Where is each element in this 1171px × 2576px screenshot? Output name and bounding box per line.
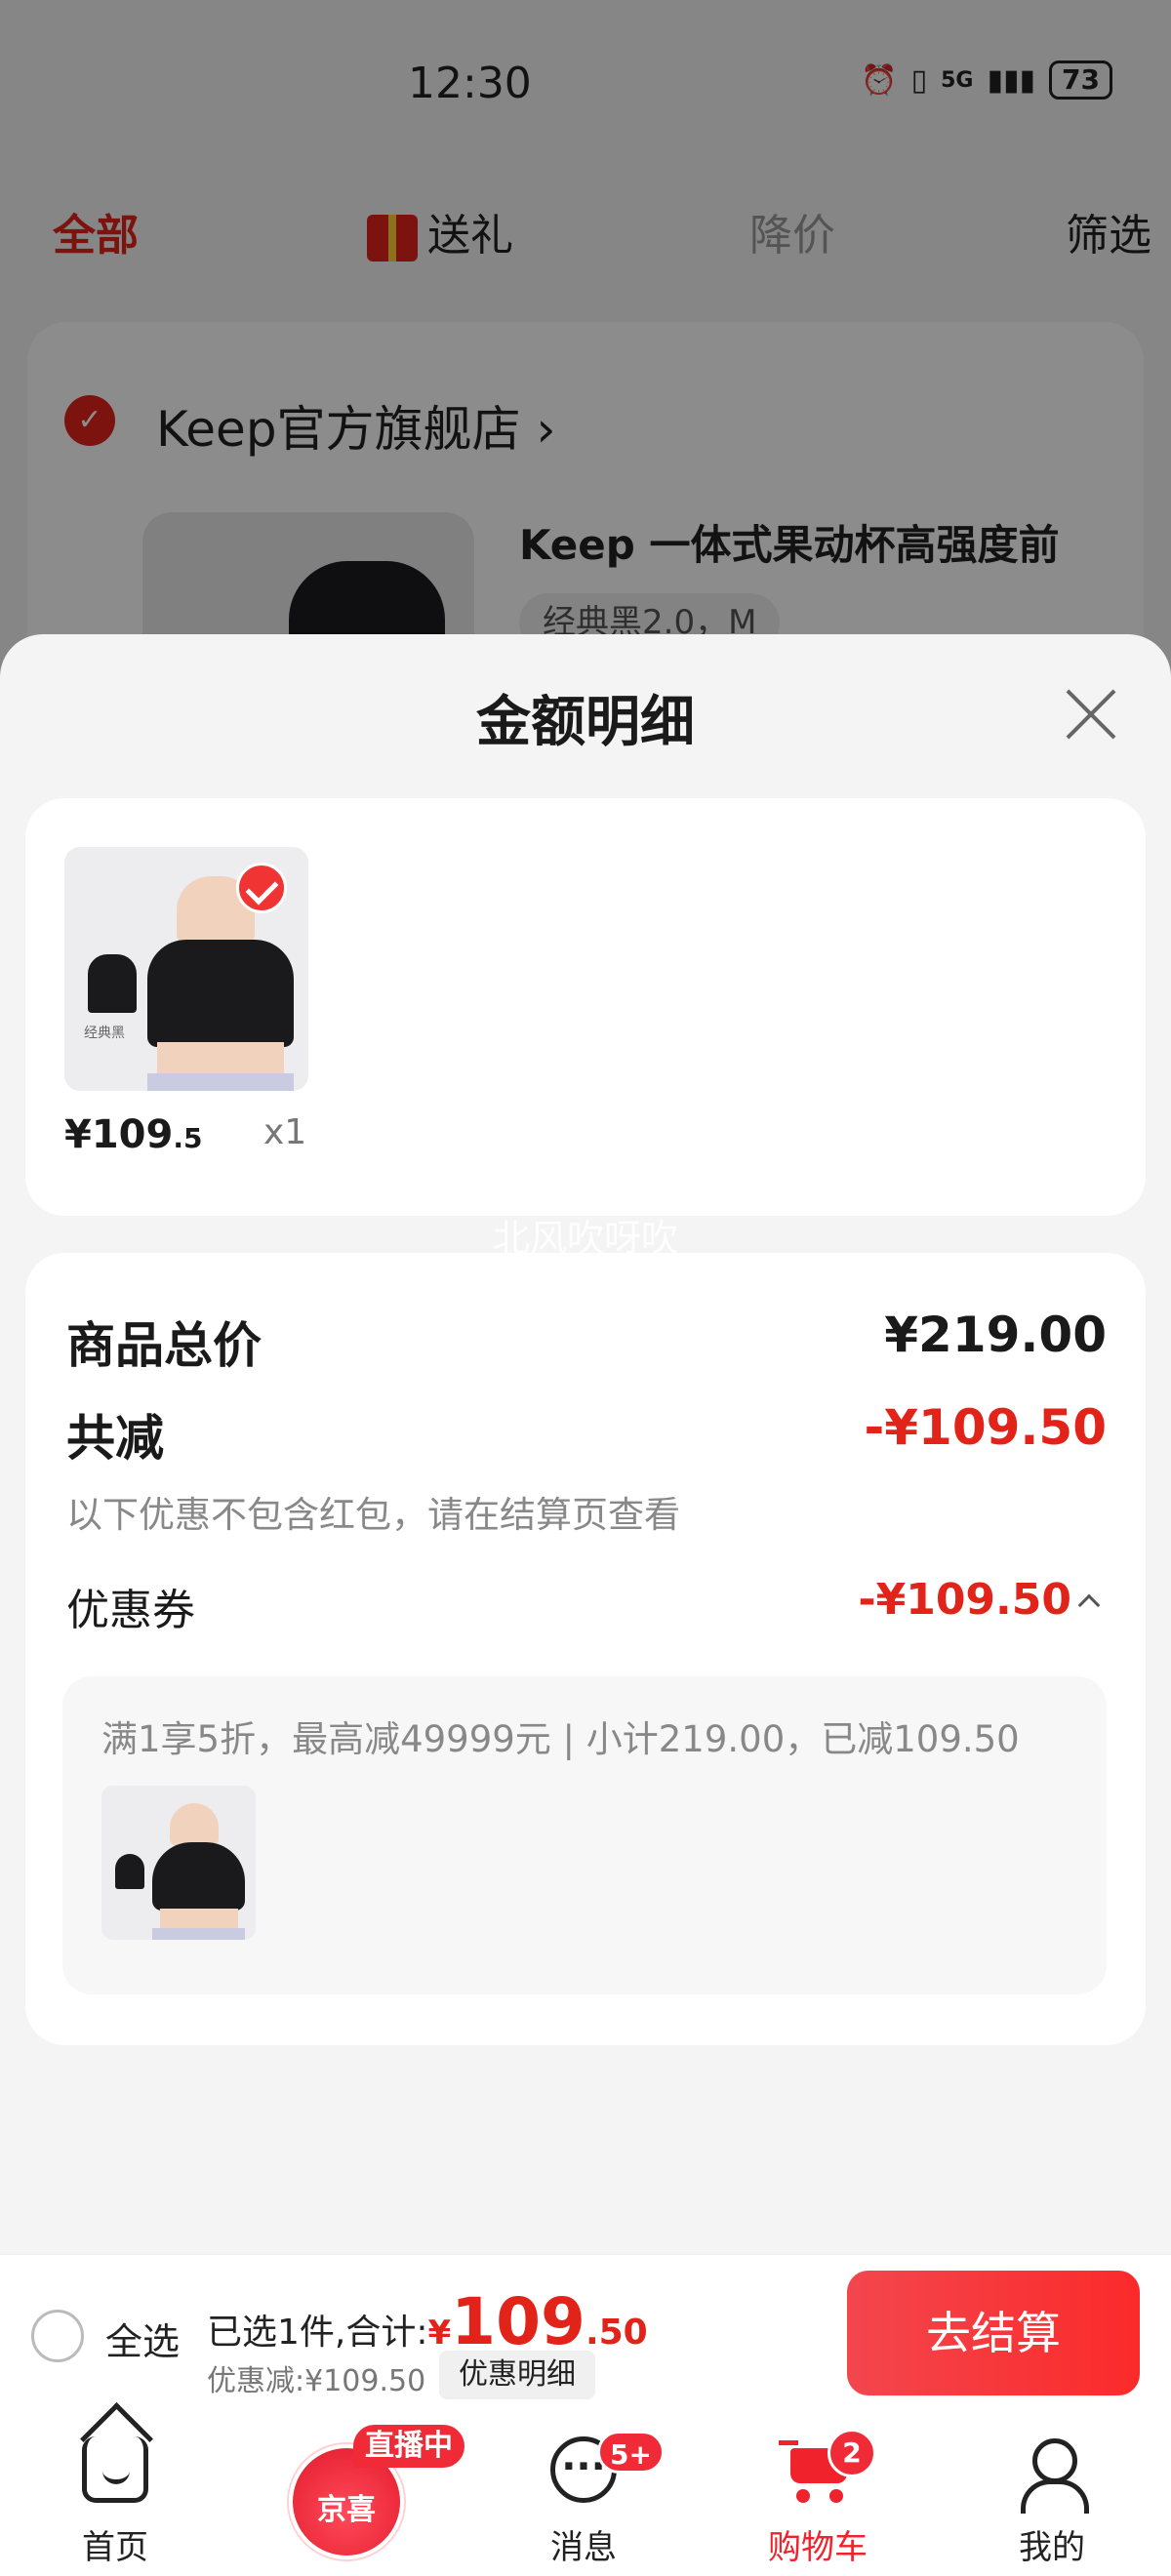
discount-detail-button[interactable]: 优惠明细 xyxy=(439,2351,595,2399)
total-price-value: ¥219.00 xyxy=(884,1307,1107,1363)
coupon-description: 满1享5折，最高减49999元 | 小计219.00，已减109.50 xyxy=(101,1718,1020,1760)
total-price-label: 商品总价 xyxy=(66,1317,262,1374)
selected-item-card: 经典黑 ¥109.5 x1 xyxy=(25,798,1146,1216)
select-all-checkbox[interactable] xyxy=(31,2310,84,2362)
checkout-bar: 全选 已选1件,合计:¥109.50 优惠减:¥109.50 优惠明细 去结算 xyxy=(0,2254,1171,2415)
nav-home[interactable]: 首页 xyxy=(18,2415,213,2576)
item-quantity: x1 xyxy=(263,1112,307,1152)
total-amount: 109 xyxy=(451,2284,586,2359)
sheet-title: 金额明细 xyxy=(476,691,695,754)
close-icon[interactable] xyxy=(1060,683,1122,745)
chevron-up-icon xyxy=(1077,1593,1101,1616)
item-thumbnail[interactable]: 经典黑 xyxy=(64,847,308,1091)
nav-cart-label: 购物车 xyxy=(768,2528,868,2567)
nav-me-label: 我的 xyxy=(1019,2528,1085,2567)
coupon-detail-box: 满1享5折，最高减49999元 | 小计219.00，已减109.50 xyxy=(62,1676,1107,1994)
select-all-label[interactable]: 全选 xyxy=(105,2312,180,2365)
live-badge: 直播中 xyxy=(353,2425,464,2468)
thumb-caption: 经典黑 xyxy=(84,1026,125,1041)
selected-check-icon xyxy=(236,863,287,913)
bottom-nav: 首页 京喜 直播中 消息 5+ 购物车 2 我的 xyxy=(0,2415,1171,2576)
cart-badge: 2 xyxy=(828,2429,876,2477)
nav-messages-label: 消息 xyxy=(550,2528,617,2567)
price-breakdown-card: 商品总价 ¥219.00 共减 -¥109.50 以下优惠不包含红包，请在结算页… xyxy=(25,1253,1146,2045)
messages-badge: 5+ xyxy=(597,2431,665,2474)
checkout-summary: 已选1件,合计:¥109.50 xyxy=(207,2284,648,2359)
nav-me[interactable]: 我的 xyxy=(954,2415,1150,2576)
coupon-label: 优惠券 xyxy=(66,1586,195,1635)
coupon-item-thumbnail[interactable] xyxy=(101,1786,256,1940)
total-reduce-value: -¥109.50 xyxy=(864,1399,1108,1456)
coupon-toggle[interactable]: -¥109.50 xyxy=(858,1575,1101,1625)
jingxi-logo-text: 京喜 xyxy=(317,2493,376,2527)
item-price: ¥109.5 xyxy=(64,1112,203,1157)
total-reduce-label: 共减 xyxy=(66,1410,164,1467)
coupon-value: -¥109.50 xyxy=(858,1575,1071,1625)
discount-amount: 优惠减:¥109.50 xyxy=(207,2364,426,2398)
home-icon xyxy=(82,2436,148,2503)
cart-page-background: 12:30 ⏰ ▯ 5G ▮▮▮ 73 全部 送礼 降价 筛选 ✓ Keep官方… xyxy=(0,0,1171,727)
dim-overlay[interactable] xyxy=(0,0,1171,683)
nav-cart[interactable]: 购物车 xyxy=(720,2415,915,2576)
reduce-note: 以下优惠不包含红包，请在结算页查看 xyxy=(66,1494,680,1536)
nav-home-label: 首页 xyxy=(82,2528,148,2567)
summary-prefix: 已选1件,合计: xyxy=(207,2313,428,2353)
checkout-button[interactable]: 去结算 xyxy=(847,2271,1140,2395)
user-icon xyxy=(1019,2436,1089,2514)
amount-detail-sheet: 金额明细 经典黑 ¥109.5 x1 北风吹呀吹 商品总价 ¥219.00 共减… xyxy=(0,634,1171,2254)
